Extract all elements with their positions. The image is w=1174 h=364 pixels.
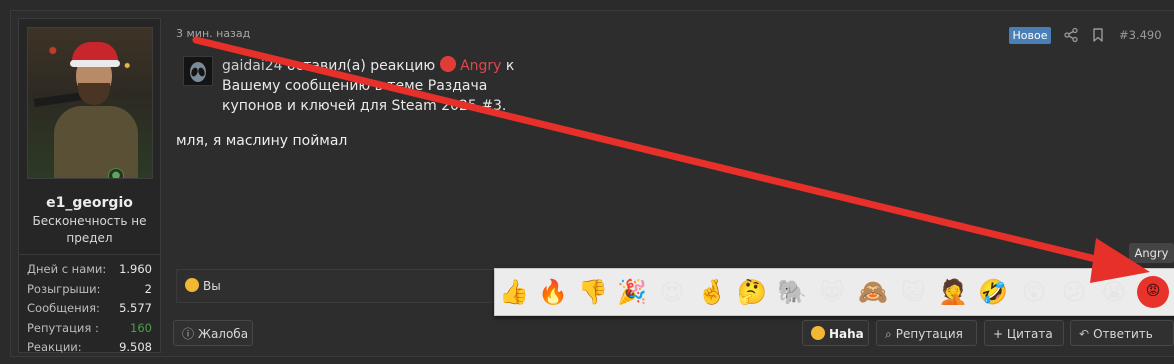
angry-icon [439,56,456,72]
online-status-icon: ● [108,168,124,178]
divider [19,254,160,255]
user-stats: Дней с нами: 1.960 Розыгрыши: 2 Сообщени… [27,262,152,360]
elephant-icon[interactable]: 🐘 [777,277,807,307]
report-button[interactable]: ⓘ Жалоба [173,320,253,346]
user-block: ● e1_georgio Бесконечность не предел Дне… [18,18,161,354]
share-icon[interactable] [1063,27,1079,43]
rofl-icon[interactable]: 🤣 [978,277,1008,307]
reaction-picker: 👍 🔥 👎 🎉 😍 🤞 🤔 🐘 😸 🙈 😺 🤦 🤣 😲 😕 😭 😡 [494,268,1174,316]
reply-button[interactable]: ↶ Ответить [1070,320,1174,346]
crying-icon[interactable]: 😭 [1099,277,1129,307]
reactions-summary[interactable]: Вы [185,278,221,293]
reply-icon: ↶ [1079,327,1090,341]
alert-user-avatar[interactable] [183,56,213,86]
alert-username[interactable]: gaidai24 [222,58,283,74]
post-container: ● e1_georgio Бесконечность не предел Дне… [0,0,1174,364]
thumbs-up-icon[interactable]: 👍 [499,277,529,307]
alert-reaction: Angry [460,58,502,74]
thinking-face-icon[interactable]: 🤔 [737,277,767,307]
user-avatar[interactable]: ● [27,27,153,179]
astonished-icon[interactable]: 😲 [1019,277,1049,307]
fire-icon[interactable]: 🔥 [538,277,568,307]
username[interactable]: e1_georgio [19,195,160,211]
cat-smile-icon[interactable]: 😺 [898,277,928,307]
stat-row: Сообщения: 5.577 [27,301,152,315]
quote-button[interactable]: + Цитата [984,320,1064,346]
bookmark-icon[interactable] [1090,27,1106,43]
stat-row: Дней с нами: 1.960 [27,262,152,276]
user-title: Бесконечность не предел [32,214,147,245]
crossed-fingers-icon[interactable]: 🤞 [697,277,727,307]
confused-icon[interactable]: 😕 [1059,277,1089,307]
haha-icon [811,326,825,340]
stat-row: Реакции: 9.508 [27,340,152,354]
post-number[interactable]: #3.490 [1119,28,1162,42]
haha-button[interactable]: Haha [802,320,869,346]
reputation-button[interactable]: ⌕ Репутация [876,320,977,346]
stat-row: Розыгрыши: 2 [27,281,152,296]
reaction-tooltip: Angry [1129,243,1174,263]
reaction-alert: gaidai24 оставил(а) реакцию Angry к Ваше… [222,56,522,116]
party-popper-icon[interactable]: 🎉 [617,277,647,307]
angry-face-icon[interactable]: 😡 [1137,276,1169,308]
post-message: мля, я маслину поймал [176,133,348,149]
thumbs-down-icon[interactable]: 👎 [578,277,608,307]
post-timestamp[interactable]: 3 мин. назад [176,27,250,40]
facepalm-icon[interactable]: 🤦 [938,277,968,307]
cat-grin-icon[interactable]: 😸 [817,277,847,307]
heart-eyes-icon[interactable]: 😍 [657,277,687,307]
alert-action: оставил(а) реакцию [282,58,440,74]
see-no-evil-monkey-icon[interactable]: 🙈 [858,277,888,307]
haha-icon [185,278,199,292]
stat-row: Репутация : 160 [27,320,152,335]
new-badge: Новое [1009,27,1051,44]
search-icon: ⌕ [885,327,892,341]
warning-icon: ⓘ [182,327,195,341]
